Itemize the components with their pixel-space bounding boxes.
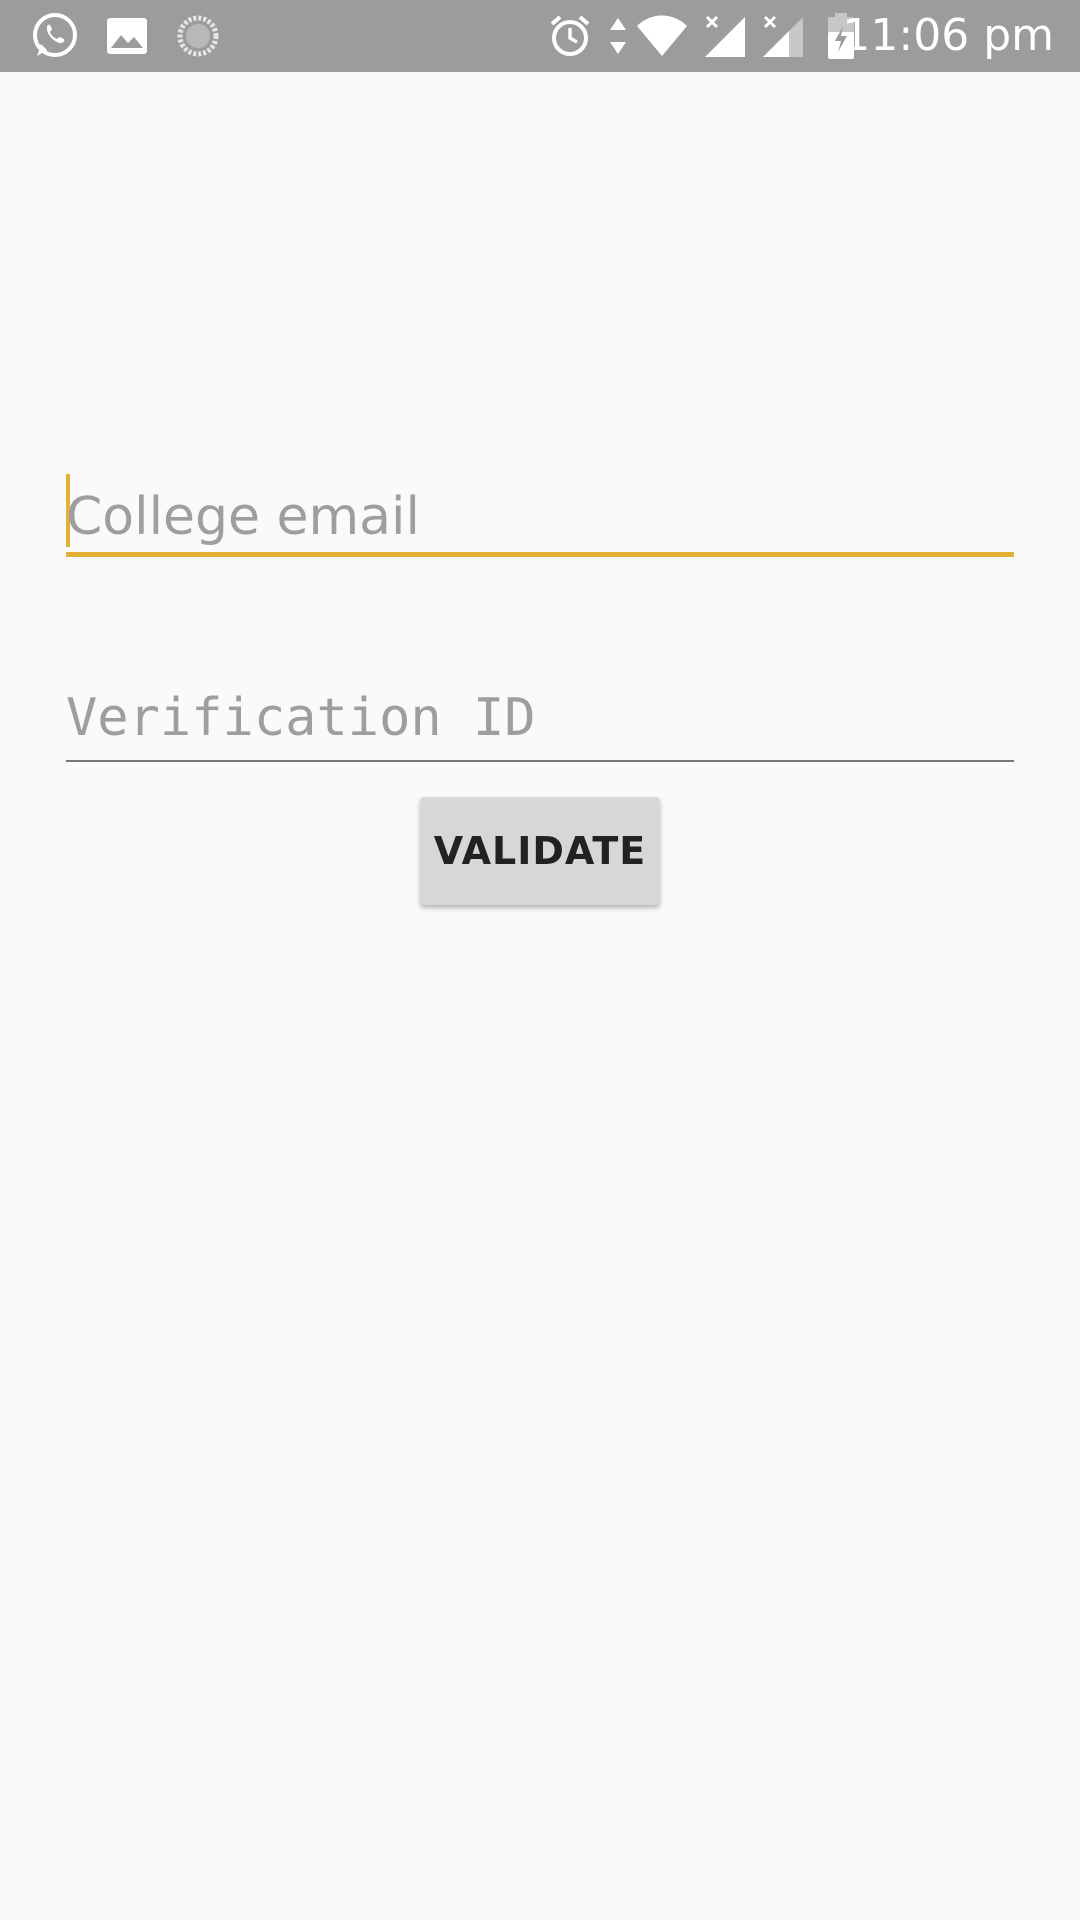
data-arrows-icon <box>606 0 630 72</box>
validation-screen <box>0 72 1080 1920</box>
signal-sim2-icon <box>760 0 806 72</box>
college-email-underline <box>66 552 1014 557</box>
status-bar: 11:06 pm <box>0 0 1080 72</box>
college-email-input[interactable] <box>66 472 1014 562</box>
college-email-field[interactable] <box>66 472 1014 568</box>
verification-id-field[interactable] <box>66 678 1014 768</box>
wifi-icon <box>634 0 690 72</box>
verification-id-input[interactable] <box>66 678 1014 758</box>
validate-button[interactable]: VALIDATE <box>420 797 660 905</box>
whatsapp-icon <box>26 0 84 72</box>
verification-id-underline <box>66 760 1014 762</box>
gallery-icon <box>104 0 150 72</box>
alarm-icon <box>548 0 592 72</box>
status-time: 11:06 pm <box>842 10 1054 61</box>
loading-icon <box>174 0 222 72</box>
signal-sim1-icon <box>702 0 748 72</box>
